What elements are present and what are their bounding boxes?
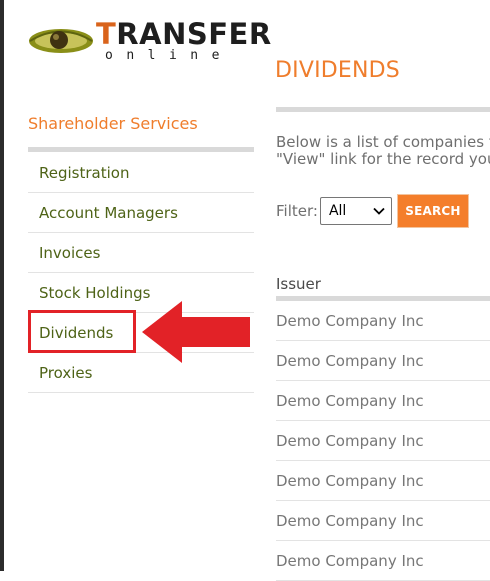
table-header-issuer: Issuer (276, 272, 490, 301)
chevron-down-icon (373, 207, 385, 215)
annotation-highlight-box (28, 310, 136, 353)
page-title: DIVIDENDS (275, 58, 400, 83)
intro-text: Below is a list of companies th "View" l… (276, 134, 490, 168)
title-divider (276, 107, 490, 112)
table-row[interactable]: Demo Company Inc (276, 421, 490, 461)
logo-wordmark: TRANSFER (96, 17, 272, 51)
sidebar-item-invoices[interactable]: Invoices (28, 233, 254, 273)
arrow-left-icon (142, 301, 250, 363)
table-row[interactable]: Demo Company Inc (276, 541, 490, 581)
search-button[interactable]: SEARCH (397, 195, 468, 227)
table-row[interactable]: Demo Company Inc (276, 501, 490, 541)
table-row[interactable]: Demo Company Inc (276, 341, 490, 381)
filter-selected-value: All (328, 203, 347, 219)
eye-logo-icon (29, 29, 93, 53)
table-row[interactable]: Demo Company Inc (276, 461, 490, 501)
intro-line-1: Below is a list of companies th (276, 134, 490, 151)
table-row[interactable]: Demo Company Inc (276, 381, 490, 421)
window-edge (0, 0, 4, 571)
table-row[interactable]: Demo Company Inc (276, 301, 490, 341)
sidebar-item-account-managers[interactable]: Account Managers (28, 193, 254, 233)
filter-select[interactable]: All (319, 197, 392, 225)
sidebar-item-registration[interactable]: Registration (28, 153, 254, 193)
filter-row: Filter: All SEARCH (276, 194, 468, 228)
issuer-table: Issuer Demo Company Inc Demo Company Inc… (276, 272, 490, 581)
intro-line-2: "View" link for the record you (276, 150, 490, 168)
logo-subtext: online (105, 48, 233, 63)
sidebar-title: Shareholder Services (28, 114, 198, 133)
sidebar-divider (28, 147, 254, 152)
filter-label: Filter: (276, 202, 318, 220)
transfer-online-logo[interactable]: TRANSFER online (28, 19, 271, 63)
